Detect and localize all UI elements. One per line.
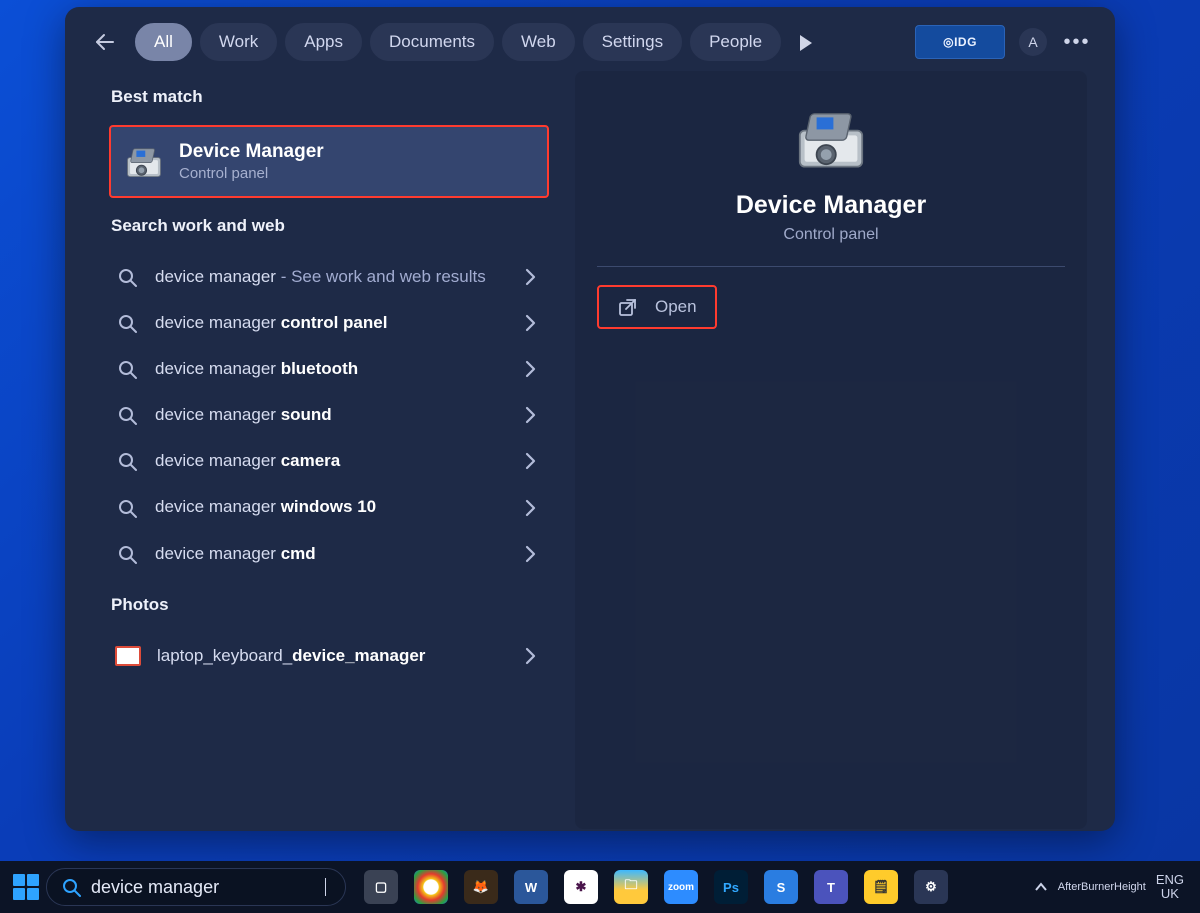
best-match-result[interactable]: Device Manager Control panel <box>109 125 549 198</box>
settings-app-icon[interactable]: ⚙ <box>914 870 948 904</box>
more-options-button[interactable]: ••• <box>1061 26 1093 58</box>
web-result-row[interactable]: device manager bluetooth <box>109 346 549 392</box>
filter-web[interactable]: Web <box>502 23 575 61</box>
open-external-icon <box>617 297 637 317</box>
system-tray[interactable]: AfterBurnerHeight ENGUK <box>1034 873 1194 902</box>
web-result-row[interactable]: device manager sound <box>109 392 549 438</box>
chevron-right-icon <box>521 451 541 471</box>
tray-chevron-up-icon[interactable] <box>1034 880 1048 894</box>
taskbar-apps: ▢ 🦊 W ✱ 🗀 zoom Ps S T 🗒 ⚙ <box>364 870 948 904</box>
tray-overlay-text: AfterBurnerHeight <box>1058 881 1146 893</box>
web-result-row[interactable]: device manager camera <box>109 438 549 484</box>
search-icon <box>117 405 137 425</box>
back-arrow-icon <box>93 31 115 53</box>
web-result-row[interactable]: device manager cmd <box>109 531 549 577</box>
search-panel: All Work Apps Documents Web Settings Peo… <box>65 7 1115 831</box>
search-icon <box>61 877 81 897</box>
chevron-right-icon <box>521 405 541 425</box>
windows-logo-icon <box>13 874 39 900</box>
section-photos: Photos <box>111 595 549 615</box>
filter-work[interactable]: Work <box>200 23 277 61</box>
search-icon <box>117 267 137 287</box>
device-manager-icon <box>125 146 163 178</box>
chevron-right-icon <box>521 498 541 518</box>
photo-result-row[interactable]: laptop_keyboard_device_manager <box>109 633 549 679</box>
stickynotes-app-icon[interactable]: 🗒 <box>864 870 898 904</box>
search-icon <box>117 498 137 518</box>
teams-app-icon[interactable]: T <box>814 870 848 904</box>
taskbar: ▢ 🦊 W ✱ 🗀 zoom Ps S T 🗒 ⚙ AfterBurnerHei… <box>0 861 1200 913</box>
chevron-right-icon <box>521 313 541 333</box>
search-icon <box>117 451 137 471</box>
web-result-label: device manager cmd <box>155 543 505 565</box>
search-icon <box>117 544 137 564</box>
idg-badge[interactable]: ◎IDG <box>915 25 1005 59</box>
chevron-right-icon <box>521 646 541 666</box>
start-button[interactable] <box>6 867 46 907</box>
slack-app-icon[interactable]: ✱ <box>564 870 598 904</box>
web-result-label: device manager bluetooth <box>155 358 505 380</box>
word-app-icon[interactable]: W <box>514 870 548 904</box>
detail-column: Device Manager Control panel Open <box>549 71 1105 829</box>
filter-settings[interactable]: Settings <box>583 23 682 61</box>
search-icon <box>117 359 137 379</box>
results-column: Best match Device Manager Control panel … <box>109 71 549 829</box>
photo-thumb-icon <box>115 646 141 666</box>
photoshop-app-icon[interactable]: Ps <box>714 870 748 904</box>
taskbar-search-input[interactable] <box>91 877 323 898</box>
explorer-app-icon[interactable]: 🗀 <box>614 870 648 904</box>
gimp-app-icon[interactable]: 🦊 <box>464 870 498 904</box>
chrome-app-icon[interactable] <box>414 870 448 904</box>
taskbar-search-box[interactable] <box>46 868 346 906</box>
filter-documents[interactable]: Documents <box>370 23 494 61</box>
user-avatar[interactable]: A <box>1019 28 1047 56</box>
web-result-label: device manager sound <box>155 404 505 426</box>
snagit-app-icon[interactable]: S <box>764 870 798 904</box>
web-result-label: device manager control panel <box>155 312 505 334</box>
photo-result-label: laptop_keyboard_device_manager <box>157 645 505 667</box>
web-result-row[interactable]: device manager windows 10 <box>109 484 549 530</box>
zoom-app-icon[interactable]: zoom <box>664 870 698 904</box>
web-result-label: device manager camera <box>155 450 505 472</box>
detail-title: Device Manager <box>736 191 926 220</box>
web-result-row[interactable]: device manager control panel <box>109 300 549 346</box>
filter-apps[interactable]: Apps <box>285 23 362 61</box>
filter-all[interactable]: All <box>135 23 192 61</box>
open-button[interactable]: Open <box>597 285 717 329</box>
chevron-right-icon <box>521 544 541 564</box>
taskview-app-icon[interactable]: ▢ <box>364 870 398 904</box>
play-icon <box>796 33 814 51</box>
web-result-label: device manager windows 10 <box>155 496 505 518</box>
section-search-web: Search work and web <box>111 216 549 236</box>
back-button[interactable] <box>87 25 121 59</box>
device-manager-icon <box>793 109 869 169</box>
best-match-title: Device Manager <box>179 141 324 163</box>
filter-more-button[interactable] <box>789 26 821 58</box>
filter-row: All Work Apps Documents Web Settings Peo… <box>135 23 901 61</box>
chevron-right-icon <box>521 359 541 379</box>
filter-people[interactable]: People <box>690 23 781 61</box>
language-indicator[interactable]: ENGUK <box>1156 873 1184 902</box>
web-result-label: device manager - See work and web result… <box>155 266 505 288</box>
section-best-match: Best match <box>111 87 549 107</box>
web-result-row[interactable]: device manager - See work and web result… <box>109 254 549 300</box>
detail-subtitle: Control panel <box>783 226 878 244</box>
search-icon <box>117 313 137 333</box>
best-match-subtitle: Control panel <box>179 165 324 182</box>
chevron-right-icon <box>521 267 541 287</box>
